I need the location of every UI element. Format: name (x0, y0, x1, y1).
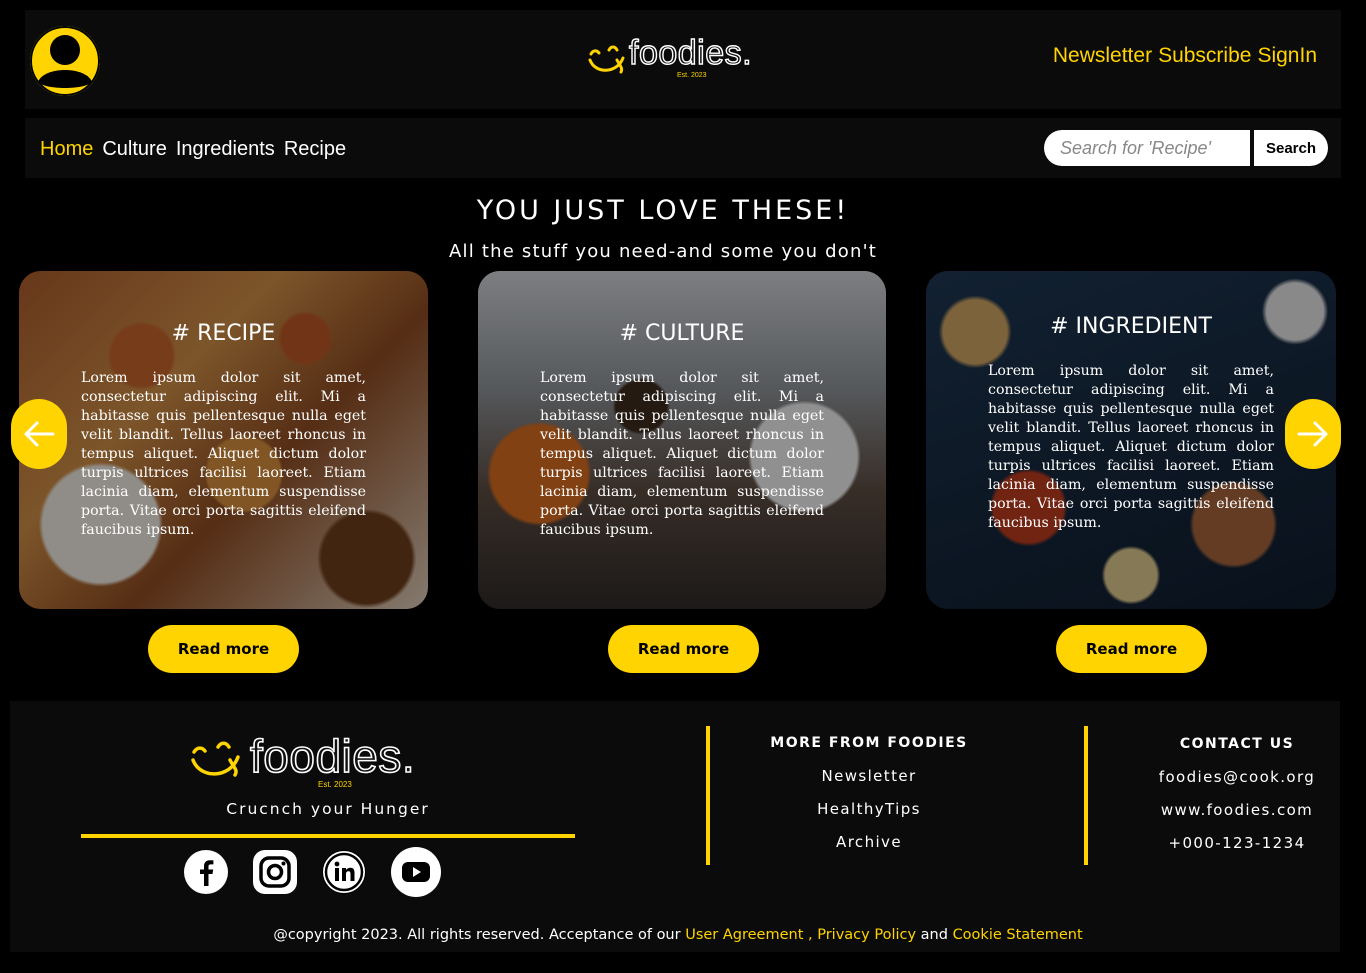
footer-separator (1084, 726, 1088, 865)
footer-logo[interactable]: foodies. Est. 2023 (190, 729, 440, 789)
copyright-prefix: @copyright 2023. All rights reserved. Ac… (273, 927, 686, 943)
nav-ingredients[interactable]: Ingredients (176, 138, 275, 161)
read-more-culture-button[interactable]: Read more (608, 625, 759, 673)
footer: foodies. Est. 2023 Crucnch your Hunger M… (10, 701, 1340, 952)
arrow-left-icon (24, 421, 55, 447)
footer-logo-text: foodies. (249, 729, 416, 783)
social-links (183, 846, 442, 898)
user-avatar-icon[interactable] (30, 26, 100, 96)
carousel-prev-button[interactable] (11, 399, 67, 469)
card-title: # CULTURE (619, 321, 745, 346)
copyright-text: @copyright 2023. All rights reserved. Ac… (10, 927, 1346, 943)
carousel-next-button[interactable] (1285, 399, 1341, 469)
site-logo[interactable]: foodies. Est. 2023 (587, 33, 767, 84)
recipe-card[interactable]: # RECIPE Lorem ipsum dolor sit amet, con… (19, 271, 428, 609)
footer-divider (81, 834, 575, 838)
read-more-ingredient-button[interactable]: Read more (1056, 625, 1207, 673)
read-more-recipe-button[interactable]: Read more (148, 625, 299, 673)
card-text: Lorem ipsum dolor sit amet, consectetur … (81, 370, 366, 538)
category-nav: Home Culture Ingredients Recipe (40, 138, 346, 161)
section-subtitle: All the stuff you need-and some you don'… (449, 241, 877, 262)
user-agreement-link[interactable]: User Agreement (685, 927, 803, 943)
top-header: foodies. Est. 2023 Newsletter Subscribe … (25, 10, 1341, 109)
ingredient-card[interactable]: # INGREDIENT Lorem ipsum dolor sit amet,… (926, 271, 1336, 609)
section-title: YOU JUST LOVE THESE! (476, 195, 850, 226)
youtube-icon[interactable] (390, 846, 442, 898)
footer-separator (706, 726, 710, 865)
secondary-navbar: Home Culture Ingredients Recipe Search (25, 118, 1341, 178)
logo-smile-icon (588, 45, 625, 74)
nav-recipe[interactable]: Recipe (284, 138, 346, 161)
contact-phone: +000-123-1234 (1168, 834, 1306, 852)
logo-est: Est. 2023 (677, 72, 707, 79)
facebook-icon[interactable] (183, 849, 229, 895)
contact-email[interactable]: foodies@cook.org (1137, 768, 1337, 786)
top-nav: Newsletter Subscribe SignIn (1053, 44, 1317, 68)
contact-title: CONTACT US (1179, 736, 1295, 752)
cookie-statement-link[interactable]: Cookie Statement (953, 927, 1083, 943)
nav-home[interactable]: Home (40, 138, 93, 161)
nav-signin[interactable]: SignIn (1257, 44, 1317, 68)
card-text: Lorem ipsum dolor sit amet, consectetur … (988, 363, 1274, 531)
search-button[interactable]: Search (1254, 130, 1328, 166)
linkedin-icon[interactable] (321, 849, 367, 895)
more-from-title: MORE FROM FOODIES (770, 735, 968, 751)
card-text: Lorem ipsum dolor sit amet, consectetur … (540, 370, 824, 538)
search-input[interactable] (1044, 130, 1250, 166)
footer-tagline: Crucnch your Hunger (226, 800, 430, 818)
and-text: and (916, 927, 953, 943)
privacy-policy-link[interactable]: Privacy Policy (817, 927, 916, 943)
nav-subscribe[interactable]: Subscribe (1158, 44, 1251, 68)
card-title: # RECIPE (171, 321, 276, 346)
culture-card[interactable]: # CULTURE Lorem ipsum dolor sit amet, co… (478, 271, 886, 609)
nav-newsletter[interactable]: Newsletter (1053, 44, 1152, 68)
instagram-icon[interactable] (252, 849, 298, 895)
logo-text: foodies. (628, 33, 753, 72)
card-title: # INGREDIENT (1050, 314, 1212, 339)
comma-separator: , (803, 927, 818, 943)
footer-link-archive[interactable]: Archive (739, 833, 999, 851)
arrow-right-icon (1297, 421, 1328, 447)
footer-link-newsletter[interactable]: Newsletter (739, 767, 999, 785)
logo-smile-icon (191, 741, 240, 777)
footer-link-healthytips[interactable]: HealthyTips (739, 800, 999, 818)
footer-logo-est: Est. 2023 (318, 780, 352, 789)
contact-website[interactable]: www.foodies.com (1137, 801, 1337, 819)
nav-culture[interactable]: Culture (102, 138, 166, 161)
